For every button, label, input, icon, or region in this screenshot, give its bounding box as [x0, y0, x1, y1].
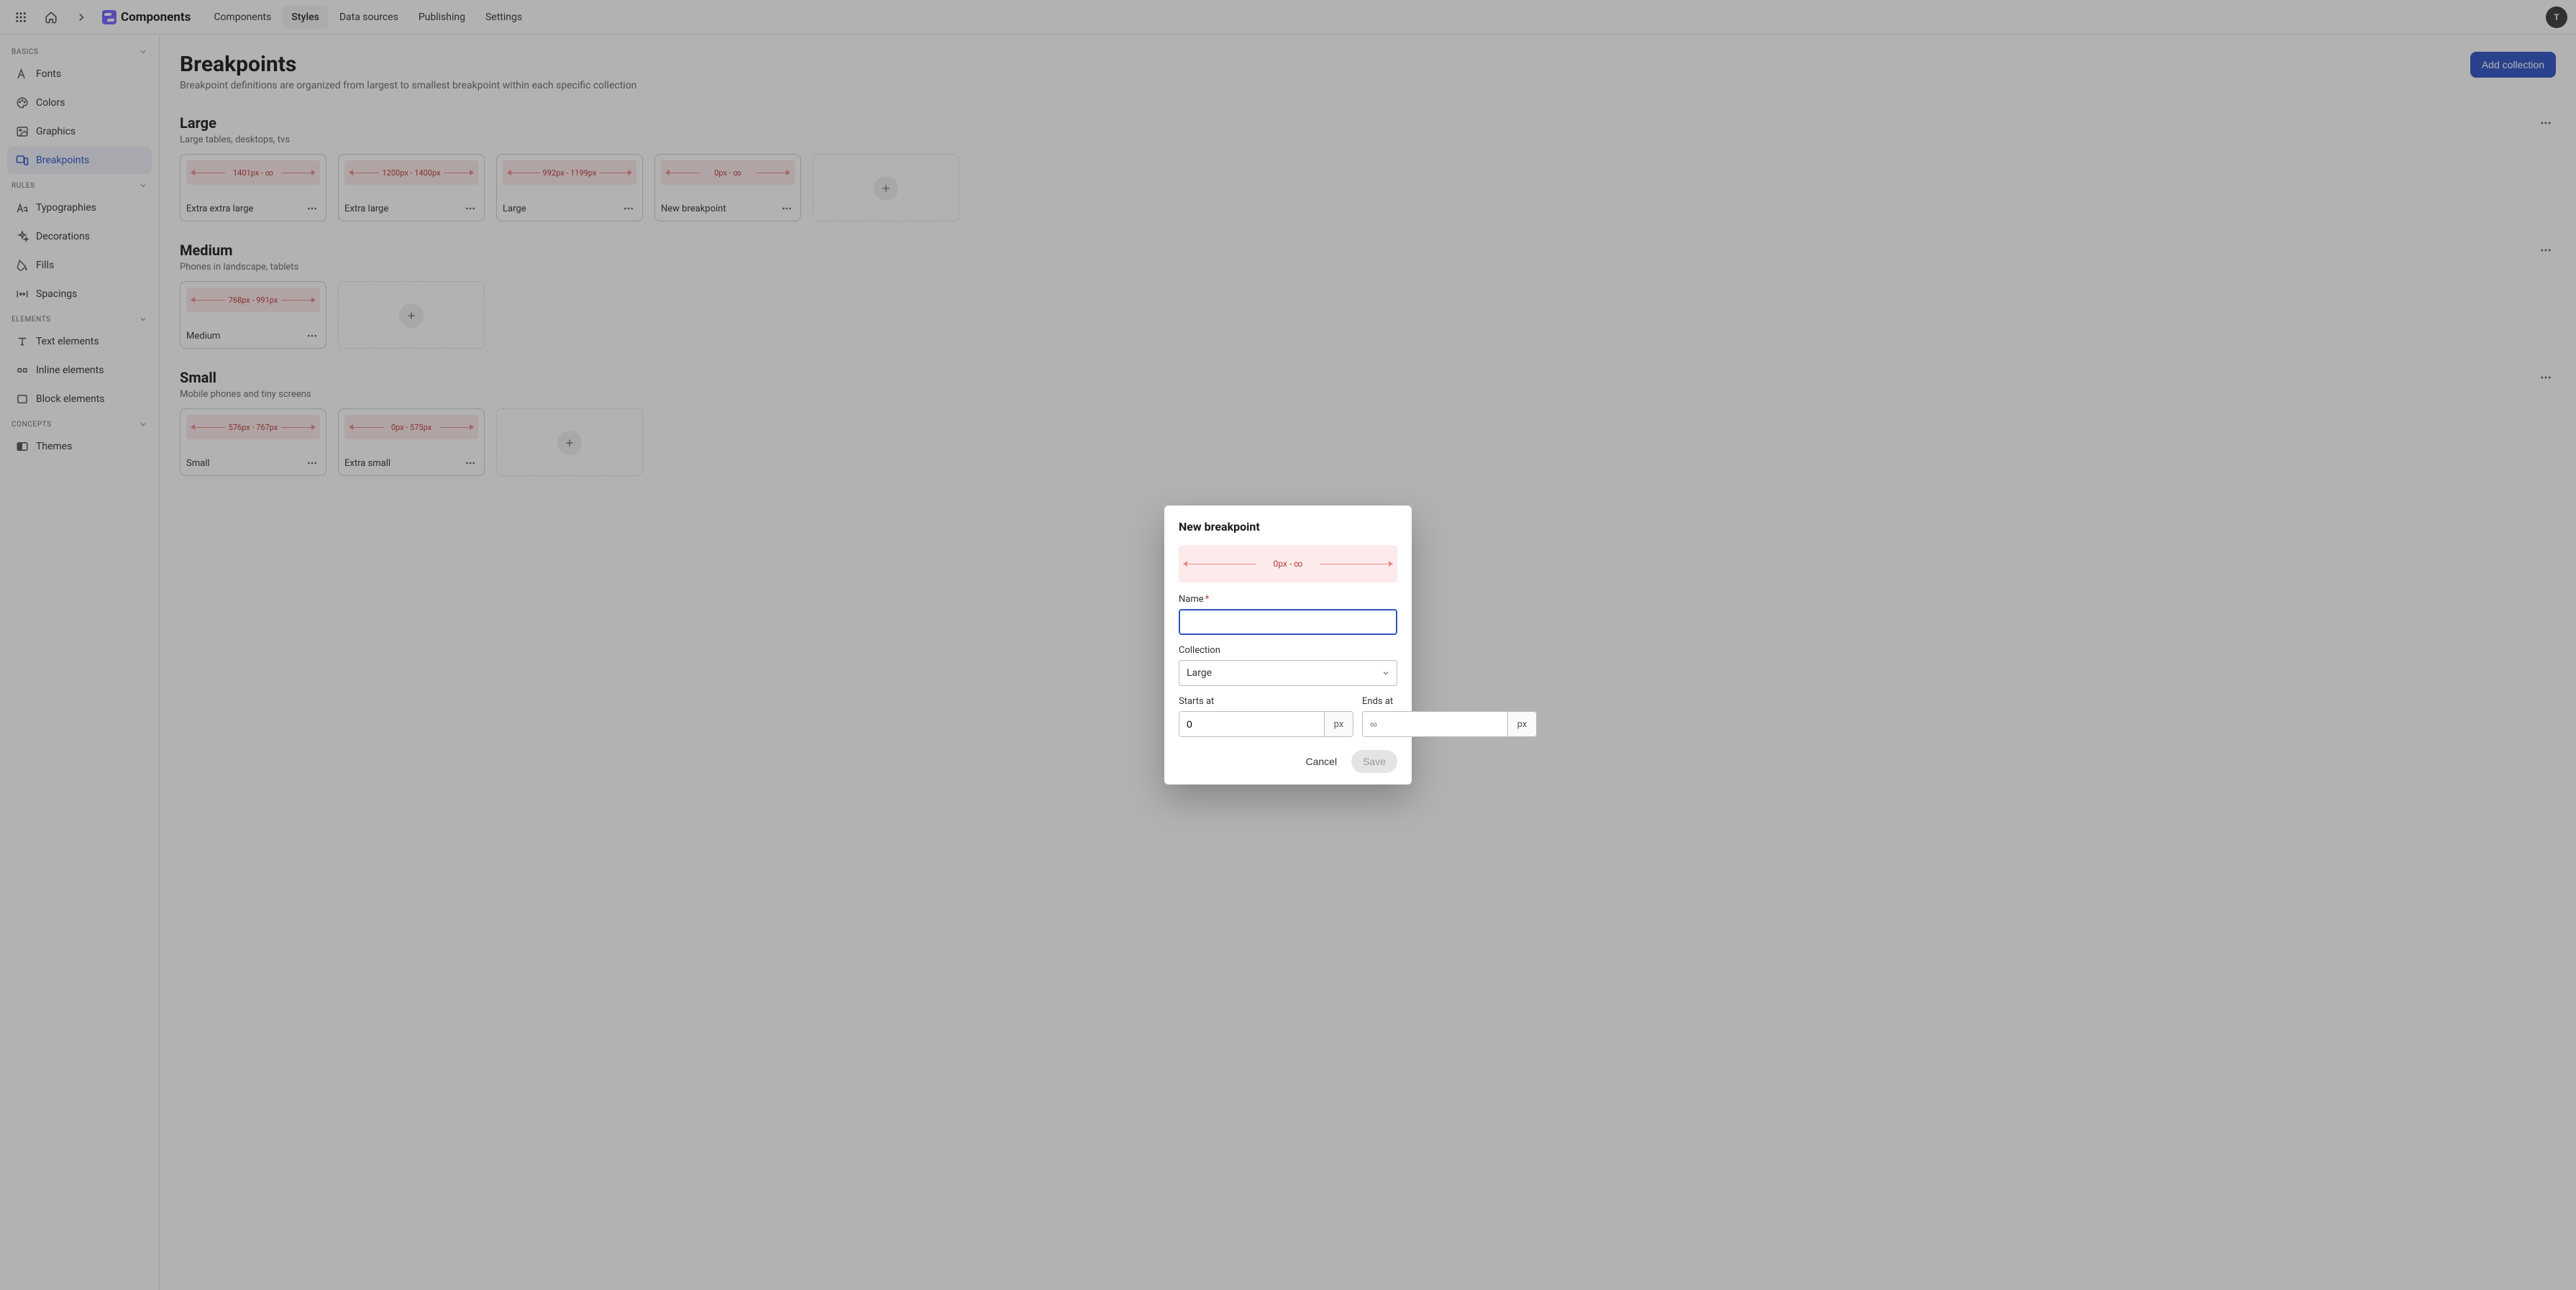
modal-overlay[interactable]: New breakpoint 0px - ∞ Name* Collection …	[0, 0, 2576, 1290]
ends-at-label: Ends at	[1362, 696, 1537, 707]
unit-label: px	[1324, 712, 1353, 736]
modal-range-preview: 0px - ∞	[1179, 545, 1397, 582]
unit-label: px	[1507, 712, 1536, 736]
cancel-label: Cancel	[1305, 756, 1337, 767]
save-label: Save	[1363, 756, 1386, 767]
collection-select[interactable]: Large	[1179, 660, 1397, 686]
chevron-down-icon	[1381, 669, 1390, 677]
collection-label: Collection	[1179, 645, 1397, 656]
required-asterisk: *	[1205, 594, 1210, 605]
name-label: Name*	[1179, 594, 1397, 605]
save-button[interactable]: Save	[1351, 750, 1397, 773]
starts-at-input[interactable]	[1179, 712, 1324, 736]
cancel-button[interactable]: Cancel	[1298, 750, 1344, 773]
name-field: Name*	[1179, 594, 1397, 635]
collection-field: Collection Large	[1179, 645, 1397, 686]
ends-at-input[interactable]	[1363, 712, 1507, 736]
new-breakpoint-modal: New breakpoint 0px - ∞ Name* Collection …	[1164, 506, 1412, 784]
starts-at-field: Starts at px	[1179, 696, 1353, 737]
ends-at-field: Ends at px	[1362, 696, 1537, 737]
range-text: 0px - ∞	[1271, 559, 1306, 569]
name-input[interactable]	[1179, 609, 1397, 635]
modal-title: New breakpoint	[1179, 520, 1397, 534]
collection-value: Large	[1187, 667, 1212, 679]
starts-at-label: Starts at	[1179, 696, 1353, 707]
